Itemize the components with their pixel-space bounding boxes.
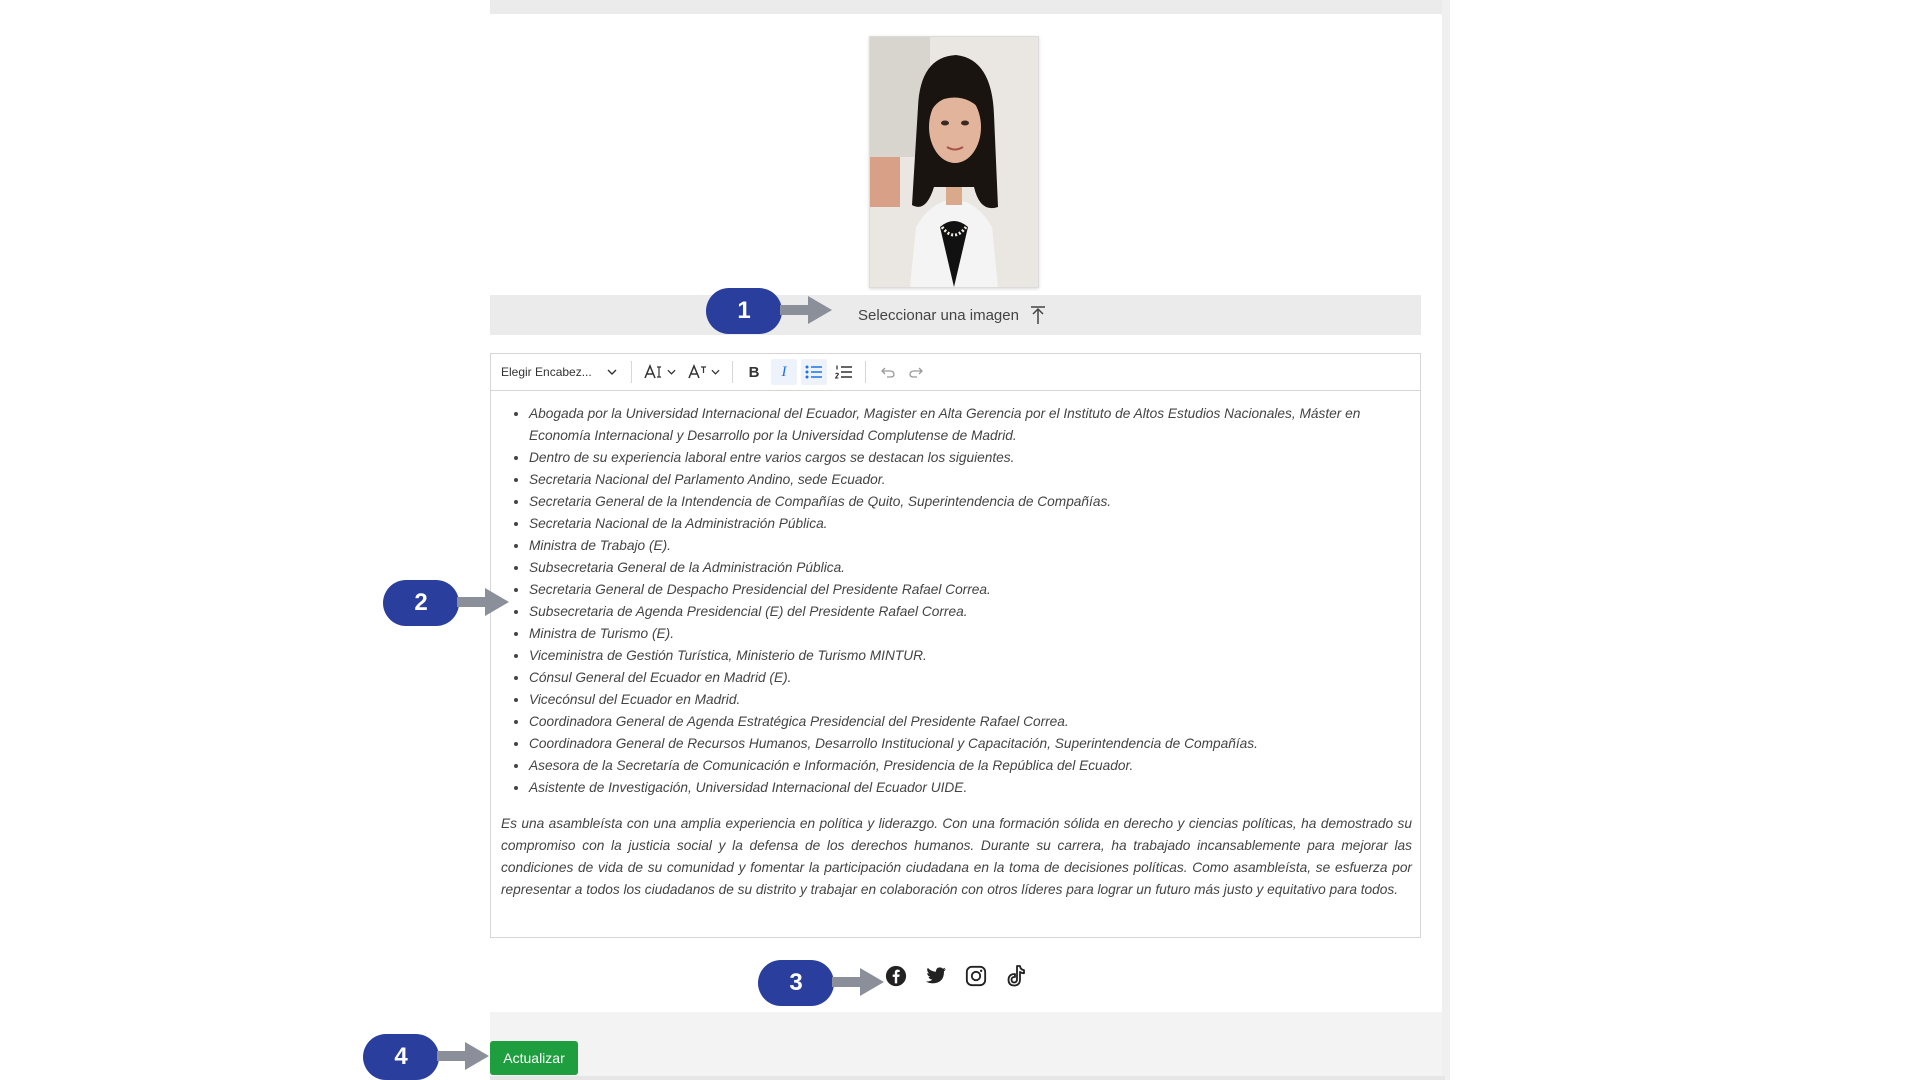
- update-button[interactable]: Actualizar: [490, 1041, 578, 1075]
- profile-photo: [869, 36, 1039, 288]
- bio-list-item: Asistente de Investigación, Universidad …: [529, 777, 1412, 799]
- redo-button[interactable]: [904, 359, 930, 385]
- heading-select-label: Elegir Encabez...: [501, 365, 592, 379]
- bio-list-item: Secretaria General de Despacho Presidenc…: [529, 579, 1412, 601]
- heading-select[interactable]: Elegir Encabez...: [501, 365, 623, 379]
- footer-divider: [490, 1076, 1445, 1080]
- bio-list-item: Abogada por la Universidad Internacional…: [529, 403, 1412, 447]
- bio-list-item: Ministra de Trabajo (E).: [529, 535, 1412, 557]
- toolbar-divider: [865, 361, 866, 383]
- callout-arrowhead: [465, 1042, 489, 1070]
- callout-badge: 3: [758, 960, 834, 1006]
- callout-arrowhead: [860, 968, 884, 996]
- italic-button[interactable]: I: [771, 359, 797, 385]
- callout-badge: 1: [706, 288, 782, 334]
- chevron-down-icon: [607, 369, 617, 375]
- social-links: [884, 964, 1028, 988]
- font-family-icon: [688, 364, 706, 379]
- toolbar-divider: [631, 361, 632, 383]
- editor-content[interactable]: Abogada por la Universidad Internacional…: [491, 391, 1420, 901]
- bold-icon: B: [748, 363, 760, 381]
- bio-list-item: Subsecretaria General de la Administraci…: [529, 557, 1412, 579]
- page-edge: [1442, 0, 1450, 1080]
- bio-list-item: Secretaria General de la Intendencia de …: [529, 491, 1412, 513]
- bio-list-item: Subsecretaria de Agenda Presidencial (E)…: [529, 601, 1412, 623]
- editor-toolbar: Elegir Encabez... B I: [491, 354, 1420, 391]
- bio-list-item: Vicecónsul del Ecuador en Madrid.: [529, 689, 1412, 711]
- bulleted-list-icon: [805, 365, 822, 379]
- callout-arrowhead: [808, 296, 832, 324]
- numbered-list-button[interactable]: [831, 359, 857, 385]
- callout-arrowhead: [485, 588, 509, 616]
- profile-photo-image: [870, 37, 1038, 287]
- bold-button[interactable]: B: [741, 359, 767, 385]
- bio-paragraph: Es una asambleísta con una amplia experi…: [501, 816, 1412, 897]
- bio-list-item: Viceministra de Gestión Turística, Minis…: [529, 645, 1412, 667]
- bio-list-item: Ministra de Turismo (E).: [529, 623, 1412, 645]
- bulleted-list-button[interactable]: [801, 359, 827, 385]
- redo-icon: [909, 367, 923, 378]
- bio-list: Abogada por la Universidad Internacional…: [501, 403, 1412, 799]
- facebook-icon[interactable]: [884, 964, 908, 988]
- italic-icon: I: [781, 363, 787, 380]
- font-size-icon: [644, 364, 661, 379]
- bio-list-item: Secretaria Nacional de la Administración…: [529, 513, 1412, 535]
- bio-editor: Elegir Encabez... B I • Abogada por la U…: [490, 353, 1421, 938]
- bio-list-item: Asesora de la Secretaría de Comunicación…: [529, 755, 1412, 777]
- select-image-label: Seleccionar una imagen: [858, 306, 1019, 324]
- undo-button[interactable]: [874, 359, 900, 385]
- font-size-dropdown[interactable]: [640, 359, 680, 385]
- instagram-icon[interactable]: [964, 964, 988, 988]
- bio-list-item: Coordinadora General de Recursos Humanos…: [529, 733, 1412, 755]
- upload-icon: [1030, 306, 1045, 324]
- bio-list-item: Coordinadora General de Agenda Estratégi…: [529, 711, 1412, 733]
- bio-list-item: Dentro de su experiencia laboral entre v…: [529, 447, 1412, 469]
- numbered-list-icon: [835, 365, 852, 379]
- top-strip: [490, 0, 1445, 14]
- select-image-button[interactable]: Seleccionar una imagen: [858, 303, 1047, 327]
- callout-badge: 4: [363, 1034, 439, 1080]
- toolbar-divider: [732, 361, 733, 383]
- bio-list-item: Cónsul General del Ecuador en Madrid (E)…: [529, 667, 1412, 689]
- chevron-down-icon: [711, 369, 720, 375]
- callout-badge: 2: [383, 580, 459, 626]
- undo-icon: [881, 367, 895, 378]
- tiktok-icon[interactable]: [1004, 964, 1028, 988]
- footer-bar: [490, 1012, 1442, 1080]
- bio-list-item: Secretaria Nacional del Parlamento Andin…: [529, 469, 1412, 491]
- font-family-dropdown[interactable]: [684, 359, 724, 385]
- twitter-icon[interactable]: [924, 964, 948, 988]
- chevron-down-icon: [667, 369, 676, 375]
